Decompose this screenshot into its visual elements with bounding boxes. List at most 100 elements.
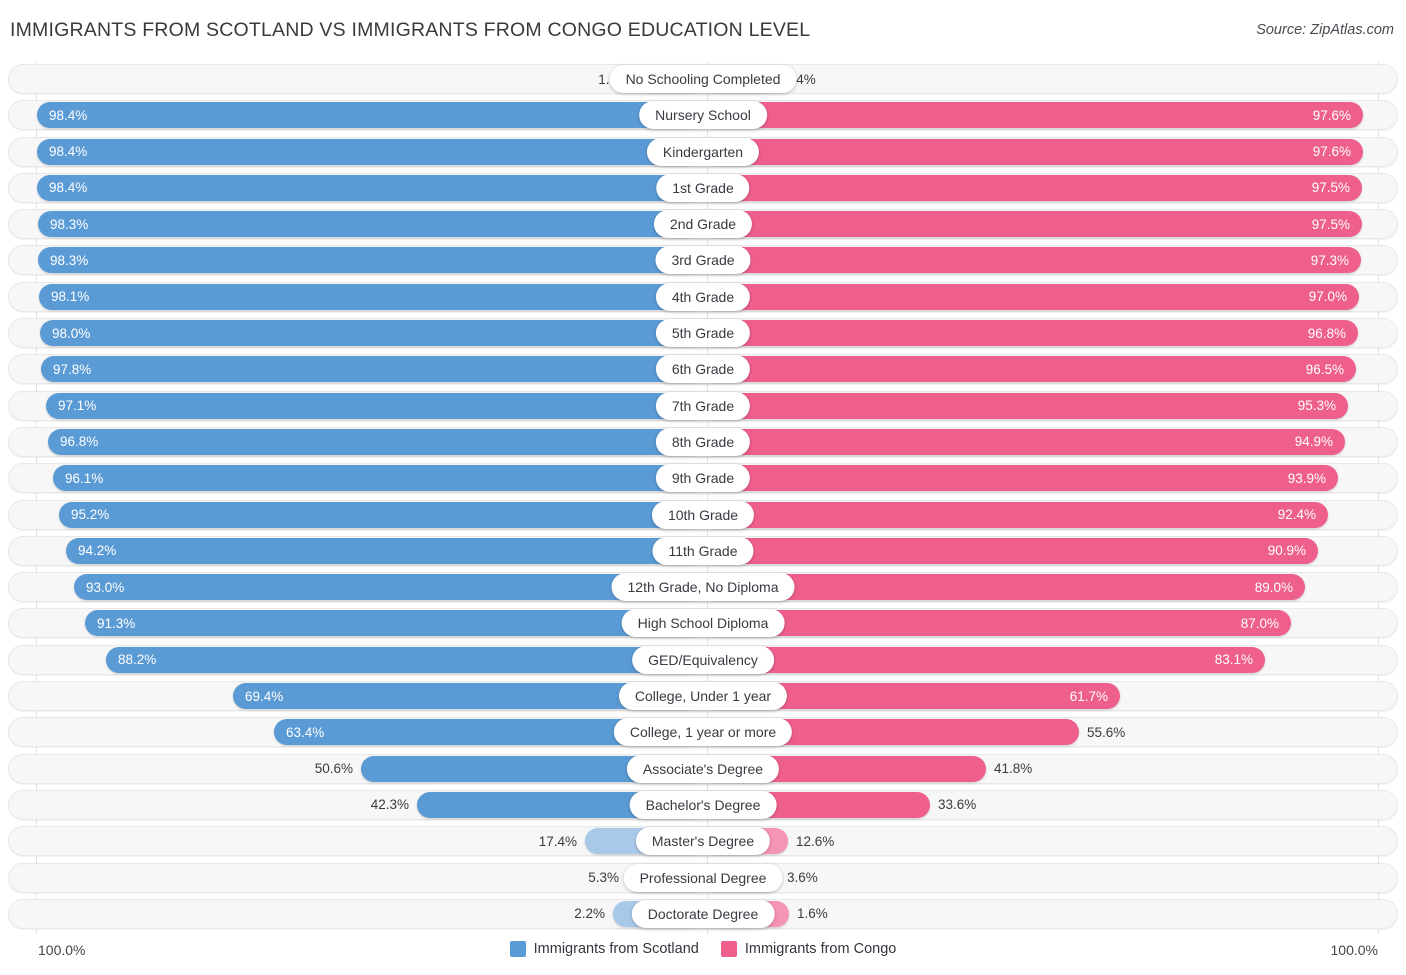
right-value-label: 97.5%: [1311, 180, 1350, 196]
page-title: IMMIGRANTS FROM SCOTLAND VS IMMIGRANTS F…: [10, 19, 811, 41]
left-bar-group: 91.3%: [85, 610, 703, 637]
chart-row: 97.1% 95.3% 7th Grade: [0, 389, 1406, 425]
left-value-label: 42.3%: [370, 797, 409, 813]
legend-item[interactable]: Immigrants from Scotland: [509, 941, 699, 957]
left-bar: 98.1%: [39, 283, 703, 310]
right-bar-group: 97.0%: [703, 283, 1359, 310]
left-value-label: 96.1%: [65, 470, 104, 486]
chart-row: 1.6%2.4%No Schooling Completed: [0, 62, 1406, 98]
right-value-label: 3.6%: [787, 870, 818, 886]
source-attribution: Source: ZipAtlas.com: [1256, 22, 1394, 38]
category-label: Professional Degree: [623, 863, 783, 892]
left-bar-group: 98.4%: [37, 102, 703, 129]
left-value-label: 97.1%: [58, 398, 97, 414]
left-bar: 98.0%: [40, 320, 703, 347]
chart-footer: 100.0% 100.0% Immigrants from Scotland Im…: [0, 934, 1406, 975]
chart-row: 98.4% 97.6% Nursery School: [0, 98, 1406, 134]
left-value-label: 94.2%: [78, 543, 117, 559]
legend-swatch-icon: [720, 941, 737, 957]
left-value-label: 95.2%: [71, 507, 110, 523]
left-bar: 93.0%: [74, 574, 703, 601]
right-bar: 87.0%: [703, 610, 1291, 637]
left-bar-group: 98.3%: [38, 211, 703, 238]
right-bar-group: 92.4%: [703, 501, 1328, 528]
chart-row: 69.4% 61.7% College, Under 1 year: [0, 679, 1406, 715]
right-bar: 97.5%: [703, 174, 1362, 201]
left-value-label: 98.3%: [50, 216, 89, 232]
right-bar-group: 97.3%: [703, 247, 1361, 274]
right-bar: 97.6%: [703, 102, 1363, 129]
chart-rows: 1.6%2.4%No Schooling Completed 98.4% 97.6%…: [0, 62, 1406, 934]
left-value-label: 98.4%: [49, 144, 88, 160]
right-value-label: 55.6%: [1087, 724, 1126, 740]
left-bar: 98.4%: [37, 174, 703, 201]
category-label: Bachelor's Degree: [629, 790, 777, 819]
category-label: 5th Grade: [655, 319, 751, 348]
category-label: No Schooling Completed: [609, 65, 797, 93]
category-label: 12th Grade, No Diploma: [611, 573, 795, 602]
right-bar: 97.3%: [703, 247, 1361, 274]
left-value-label: 91.3%: [97, 615, 136, 631]
left-value-label: 98.0%: [52, 325, 91, 341]
chart-row: 98.4% 97.6% Kindergarten: [0, 135, 1406, 171]
right-value-label: 94.9%: [1294, 434, 1333, 450]
chart-row: 93.0% 89.0% 12th Grade, No Diploma: [0, 570, 1406, 606]
right-value-label: 41.8%: [994, 761, 1033, 777]
right-bar-group: 97.5%: [703, 211, 1362, 238]
right-bar-group: 96.5%: [703, 356, 1356, 383]
chart-row: 96.8% 94.9% 8th Grade: [0, 425, 1406, 461]
chart-row: 50.6% 41.8% Associate's Degree: [0, 752, 1406, 788]
category-label: GED/Equivalency: [632, 645, 774, 674]
chart-plot-area: 1.6%2.4%No Schooling Completed 98.4% 97.6%…: [0, 62, 1406, 934]
left-value-label: 98.4%: [49, 180, 88, 196]
left-value-label: 93.0%: [86, 579, 125, 595]
category-label: 9th Grade: [655, 464, 751, 493]
left-bar: 88.2%: [106, 646, 703, 673]
left-bar: 91.3%: [85, 610, 703, 637]
right-value-label: 87.0%: [1240, 615, 1279, 631]
left-bar-group: 94.2%: [66, 537, 703, 564]
legend-item[interactable]: Immigrants from Congo: [720, 941, 897, 957]
left-value-label: 5.3%: [588, 870, 619, 886]
right-value-label: 96.5%: [1305, 361, 1344, 377]
left-bar: 94.2%: [66, 537, 703, 564]
left-bar: 98.4%: [37, 138, 703, 165]
left-value-label: 2.2%: [574, 906, 605, 922]
left-bar: 96.1%: [53, 465, 703, 492]
category-label: 8th Grade: [655, 427, 751, 456]
chart-row: 63.4% 55.6% College, 1 year or more: [0, 715, 1406, 751]
right-value-label: 97.0%: [1308, 289, 1347, 305]
left-bar-group: 98.4%: [37, 174, 703, 201]
chart-row: 98.1% 97.0% 4th Grade: [0, 280, 1406, 316]
left-value-label: 69.4%: [245, 688, 284, 704]
right-value-label: 1.6%: [797, 906, 828, 922]
category-label: 1st Grade: [656, 173, 750, 202]
chart-row: 91.3% 87.0% High School Diploma: [0, 606, 1406, 642]
chart-row: 17.4% 12.6% Master's Degree: [0, 824, 1406, 860]
legend-label: Immigrants from Congo: [744, 941, 897, 957]
right-value-label: 33.6%: [938, 797, 977, 813]
right-bar: 97.0%: [703, 283, 1359, 310]
right-bar: 93.9%: [703, 465, 1338, 492]
left-bar-group: 97.1%: [46, 392, 703, 419]
left-value-label: 63.4%: [286, 724, 325, 740]
left-bar-group: 98.3%: [38, 247, 703, 274]
left-bar-group: 88.2%: [106, 646, 703, 673]
chart-row: 95.2% 92.4% 10th Grade: [0, 498, 1406, 534]
left-bar-group: 98.1%: [39, 283, 703, 310]
chart-row: 98.0% 96.8% 5th Grade: [0, 316, 1406, 352]
right-value-label: 95.3%: [1297, 398, 1336, 414]
left-bar: 97.8%: [41, 356, 703, 383]
left-bar-group: 96.8%: [48, 428, 703, 455]
right-bar: 83.1%: [703, 646, 1265, 673]
left-bar: 97.1%: [46, 392, 703, 419]
category-label: 7th Grade: [655, 391, 751, 420]
right-bar-group: 90.9%: [703, 537, 1318, 564]
right-bar: 96.5%: [703, 356, 1356, 383]
chart-row: 42.3% 33.6% Bachelor's Degree: [0, 788, 1406, 824]
right-bar-group: 87.0%: [703, 610, 1291, 637]
category-label: Kindergarten: [646, 137, 760, 166]
chart-row: 98.3% 97.3% 3rd Grade: [0, 243, 1406, 279]
category-label: Nursery School: [639, 101, 767, 130]
category-label: 6th Grade: [655, 355, 751, 384]
